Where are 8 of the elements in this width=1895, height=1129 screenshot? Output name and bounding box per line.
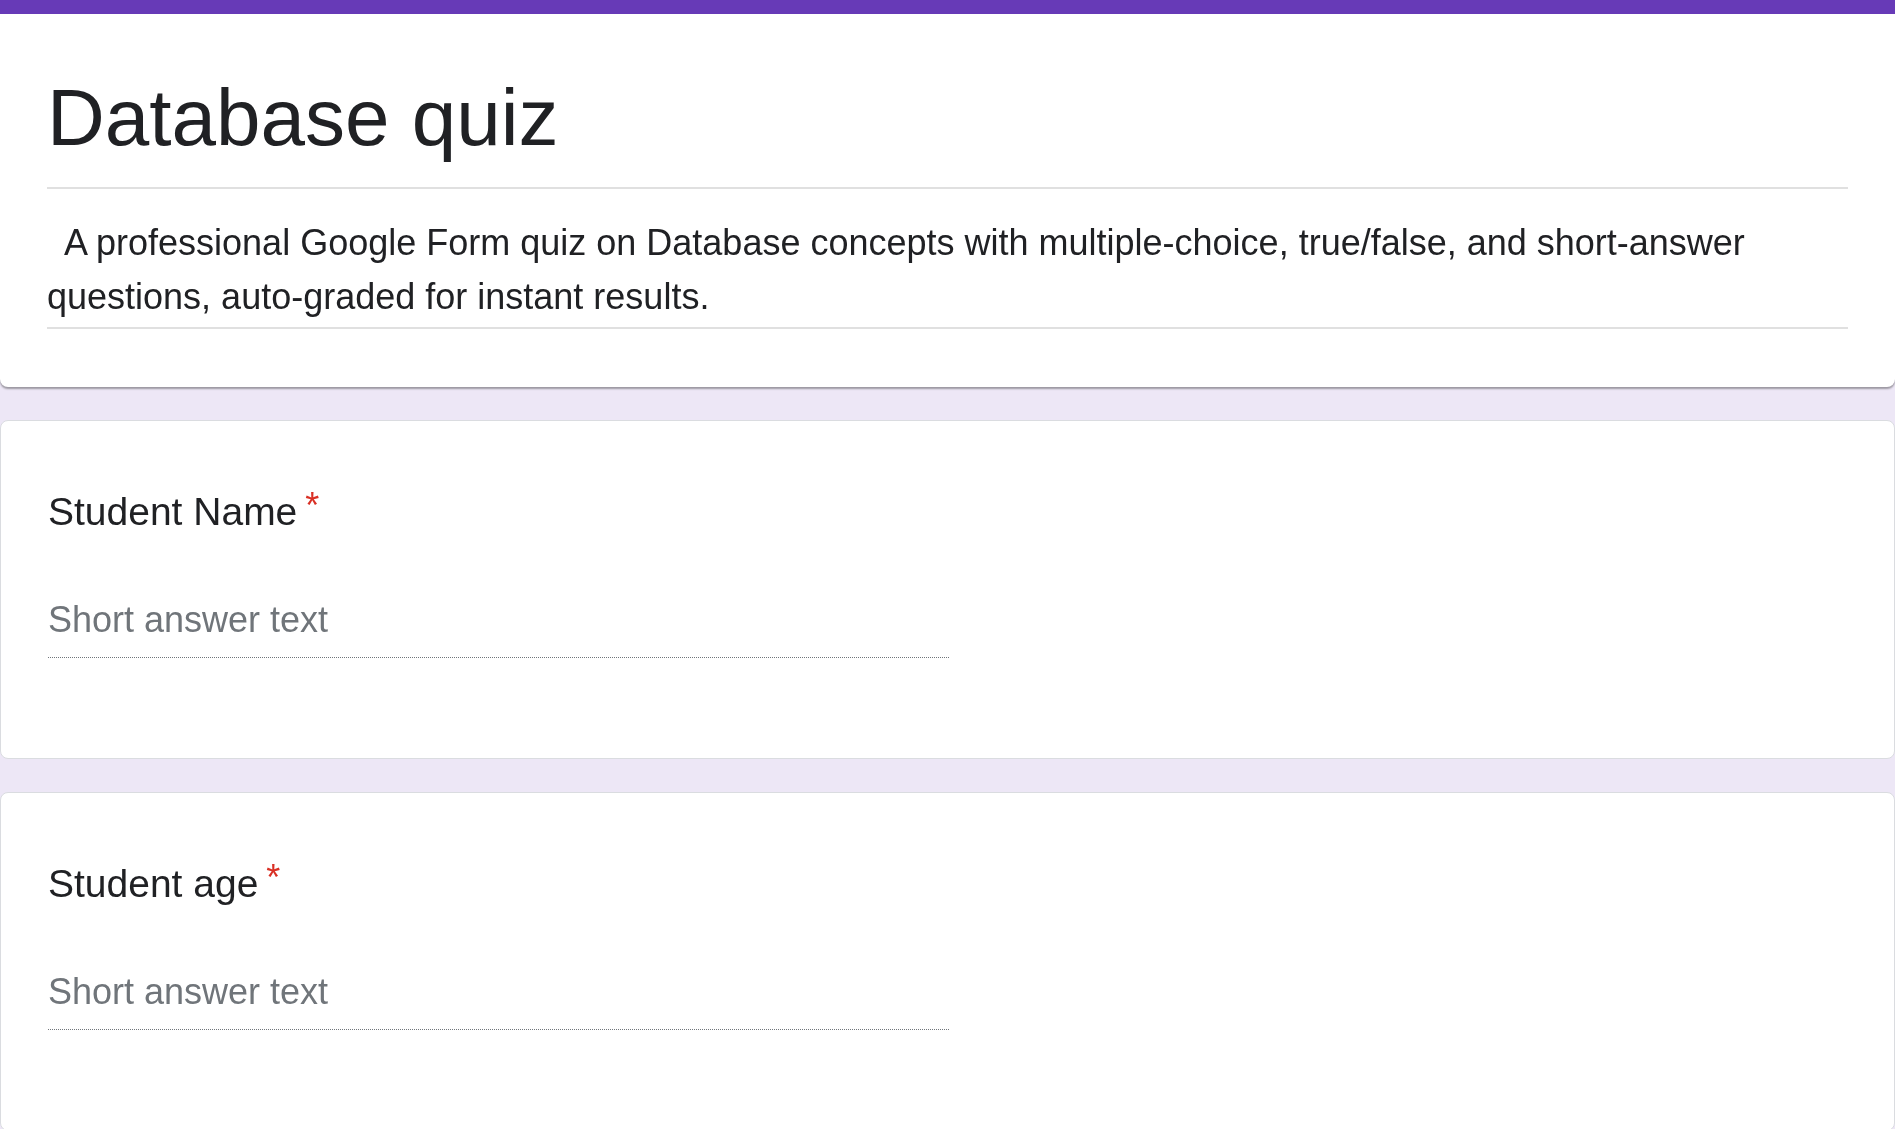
input-field[interactable]: Short answer text	[48, 600, 949, 658]
required-mark: *	[266, 860, 281, 896]
question-title: Student age	[48, 861, 259, 907]
required-mark: *	[305, 488, 320, 524]
form-description: A professional Google Form quiz on Database concepts with multiple-choice, true/false, and short-answer questions, auto-graded for instant results.	[47, 221, 1746, 319]
question-title: Student Name	[48, 489, 298, 535]
form-title: Database quiz	[47, 72, 560, 164]
input-field[interactable]: Short answer text	[48, 972, 949, 1030]
